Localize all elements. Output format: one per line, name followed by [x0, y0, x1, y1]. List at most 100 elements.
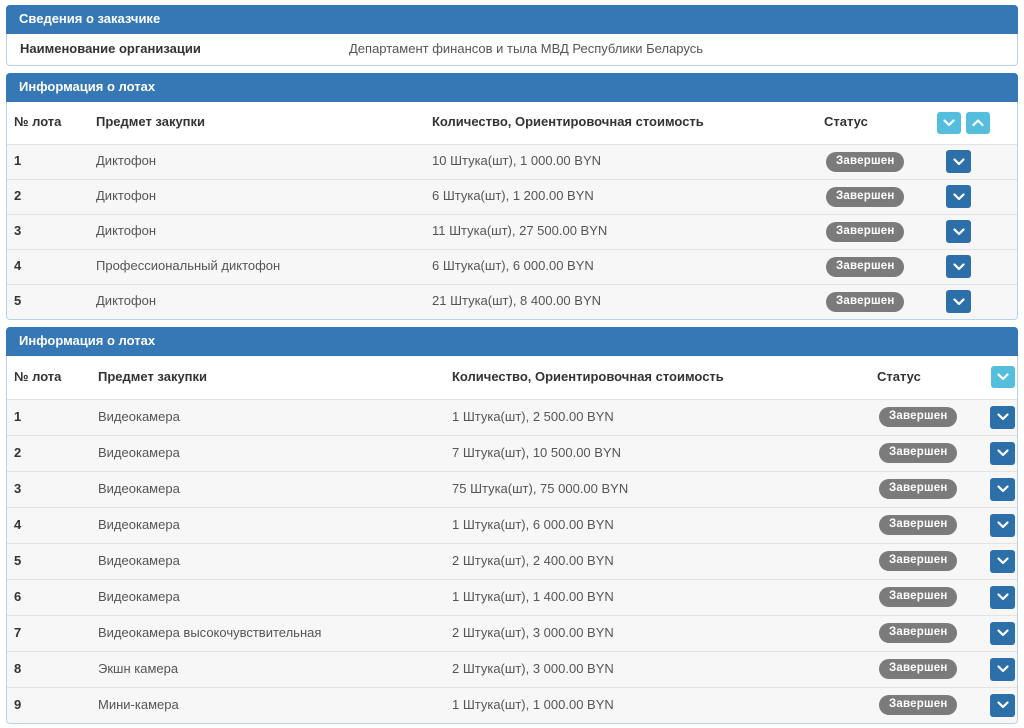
lot-quantity-cost: 1 Штука(шт), 6 000.00 BYN	[452, 518, 873, 533]
expand-lot-button[interactable]	[990, 406, 1015, 429]
lot-number: 4	[14, 259, 96, 274]
lot-quantity-cost: 6 Штука(шт), 6 000.00 BYN	[432, 259, 820, 274]
lot-actions-cell	[983, 622, 1017, 645]
expand-lot-button[interactable]	[990, 478, 1015, 501]
lot-quantity-cost: 10 Штука(шт), 1 000.00 BYN	[432, 154, 820, 169]
lot-status-cell: Завершен	[820, 222, 933, 242]
lot-actions-cell	[983, 694, 1017, 717]
lot-subject: Видеокамера	[98, 590, 452, 605]
status-badge: Завершен	[879, 659, 957, 679]
expand-lot-button[interactable]	[946, 255, 971, 278]
expand-lot-button[interactable]	[946, 185, 971, 208]
lot-status-cell: Завершен	[820, 257, 933, 277]
expand-lot-button[interactable]	[946, 290, 971, 313]
expand-lot-button[interactable]	[946, 220, 971, 243]
lot-number: 3	[14, 224, 96, 239]
lot-status-cell: Завершен	[873, 515, 983, 535]
table-row: 2 Диктофон 6 Штука(шт), 1 200.00 BYN Зав…	[7, 179, 1017, 214]
column-header-subject: Предмет закупки	[96, 115, 432, 130]
lot-number: 7	[14, 626, 98, 641]
table-body: 1 Видеокамера 1 Штука(шт), 2 500.00 BYN …	[7, 399, 1017, 723]
table-row: 4 Видеокамера 1 Штука(шт), 6 000.00 BYN …	[7, 507, 1017, 543]
lot-number: 2	[14, 189, 96, 204]
lot-actions-cell	[933, 185, 1017, 208]
lot-subject: Видеокамера	[98, 410, 452, 425]
lot-status-cell: Завершен	[873, 479, 983, 499]
status-badge: Завершен	[826, 187, 904, 207]
table-row: 5 Видеокамера 2 Штука(шт), 2 400.00 BYN …	[7, 543, 1017, 579]
chevron-down-icon	[953, 193, 965, 201]
table-row: 1 Диктофон 10 Штука(шт), 1 000.00 BYN За…	[7, 144, 1017, 179]
chevron-down-icon	[953, 158, 965, 166]
chevron-down-icon	[997, 665, 1009, 673]
lot-actions-cell	[983, 514, 1017, 537]
expand-all-button[interactable]	[991, 366, 1015, 388]
page: { "colors": { "panel-header-bg": "#3578b…	[0, 0, 1024, 728]
status-badge: Завершен	[826, 292, 904, 312]
table-header-actions	[933, 112, 1017, 134]
lot-number: 1	[14, 154, 96, 169]
expand-lot-button[interactable]	[990, 550, 1015, 573]
expand-all-button[interactable]	[937, 112, 961, 134]
lot-subject: Экшн камера	[98, 662, 452, 677]
collapse-all-button[interactable]	[966, 112, 990, 134]
table-header-actions	[983, 366, 1017, 388]
lot-actions-cell	[983, 406, 1017, 429]
lot-status-cell: Завершен	[873, 551, 983, 571]
lot-subject: Диктофон	[96, 224, 432, 239]
table-row: 3 Диктофон 11 Штука(шт), 27 500.00 BYN З…	[7, 214, 1017, 249]
lot-quantity-cost: 1 Штука(шт), 2 500.00 BYN	[452, 410, 873, 425]
column-header-quantity-cost: Количество, Ориентировочная стоимость	[432, 115, 820, 130]
table-row: 7 Видеокамера высокочувствительная 2 Шту…	[7, 615, 1017, 651]
lot-subject: Видеокамера	[98, 482, 452, 497]
table-row: 5 Диктофон 21 Штука(шт), 8 400.00 BYN За…	[7, 284, 1017, 319]
lot-number: 5	[14, 554, 98, 569]
lots-panel-2: Информация о лотах № лота Предмет закупк…	[6, 327, 1018, 724]
chevron-down-icon	[943, 119, 955, 127]
lot-status-cell: Завершен	[820, 187, 933, 207]
lot-subject: Диктофон	[96, 294, 432, 309]
lot-number: 8	[14, 662, 98, 677]
expand-lot-button[interactable]	[990, 586, 1015, 609]
lot-quantity-cost: 7 Штука(шт), 10 500.00 BYN	[452, 446, 873, 461]
status-badge: Завершен	[879, 515, 957, 535]
lots-table-2: № лота Предмет закупки Количество, Ориен…	[7, 356, 1017, 723]
status-badge: Завершен	[879, 623, 957, 643]
table-header-row: № лота Предмет закупки Количество, Ориен…	[7, 356, 1017, 399]
lot-status-cell: Завершен	[873, 587, 983, 607]
lot-subject: Диктофон	[96, 189, 432, 204]
lot-subject: Диктофон	[96, 154, 432, 169]
status-badge: Завершен	[879, 695, 957, 715]
status-badge: Завершен	[879, 407, 957, 427]
lot-actions-cell	[983, 550, 1017, 573]
lot-actions-cell	[933, 255, 1017, 278]
lot-quantity-cost: 1 Штука(шт), 1 000.00 BYN	[452, 698, 873, 713]
expand-lot-button[interactable]	[990, 694, 1015, 717]
expand-lot-button[interactable]	[946, 150, 971, 173]
column-header-status: Статус	[820, 115, 933, 130]
chevron-down-icon	[997, 373, 1009, 381]
lot-quantity-cost: 75 Штука(шт), 75 000.00 BYN	[452, 482, 873, 497]
chevron-down-icon	[997, 557, 1009, 565]
chevron-down-icon	[997, 449, 1009, 457]
lot-number: 1	[14, 410, 98, 425]
expand-lot-button[interactable]	[990, 442, 1015, 465]
lot-subject: Видеокамера	[98, 446, 452, 461]
lot-actions-cell	[983, 586, 1017, 609]
expand-lot-button[interactable]	[990, 658, 1015, 681]
lot-number: 6	[14, 590, 98, 605]
expand-lot-button[interactable]	[990, 622, 1015, 645]
organization-name-label: Наименование организации	[14, 42, 349, 57]
chevron-down-icon	[997, 413, 1009, 421]
expand-lot-button[interactable]	[990, 514, 1015, 537]
lot-status-cell: Завершен	[873, 443, 983, 463]
chevron-up-icon	[972, 119, 984, 127]
lot-actions-cell	[983, 658, 1017, 681]
table-row: 2 Видеокамера 7 Штука(шт), 10 500.00 BYN…	[7, 435, 1017, 471]
lot-actions-cell	[933, 220, 1017, 243]
table-header-row: № лота Предмет закупки Количество, Ориен…	[7, 102, 1017, 144]
lot-quantity-cost: 11 Штука(шт), 27 500.00 BYN	[432, 224, 820, 239]
table-row: 1 Видеокамера 1 Штука(шт), 2 500.00 BYN …	[7, 399, 1017, 435]
table-row: 3 Видеокамера 75 Штука(шт), 75 000.00 BY…	[7, 471, 1017, 507]
chevron-down-icon	[997, 629, 1009, 637]
